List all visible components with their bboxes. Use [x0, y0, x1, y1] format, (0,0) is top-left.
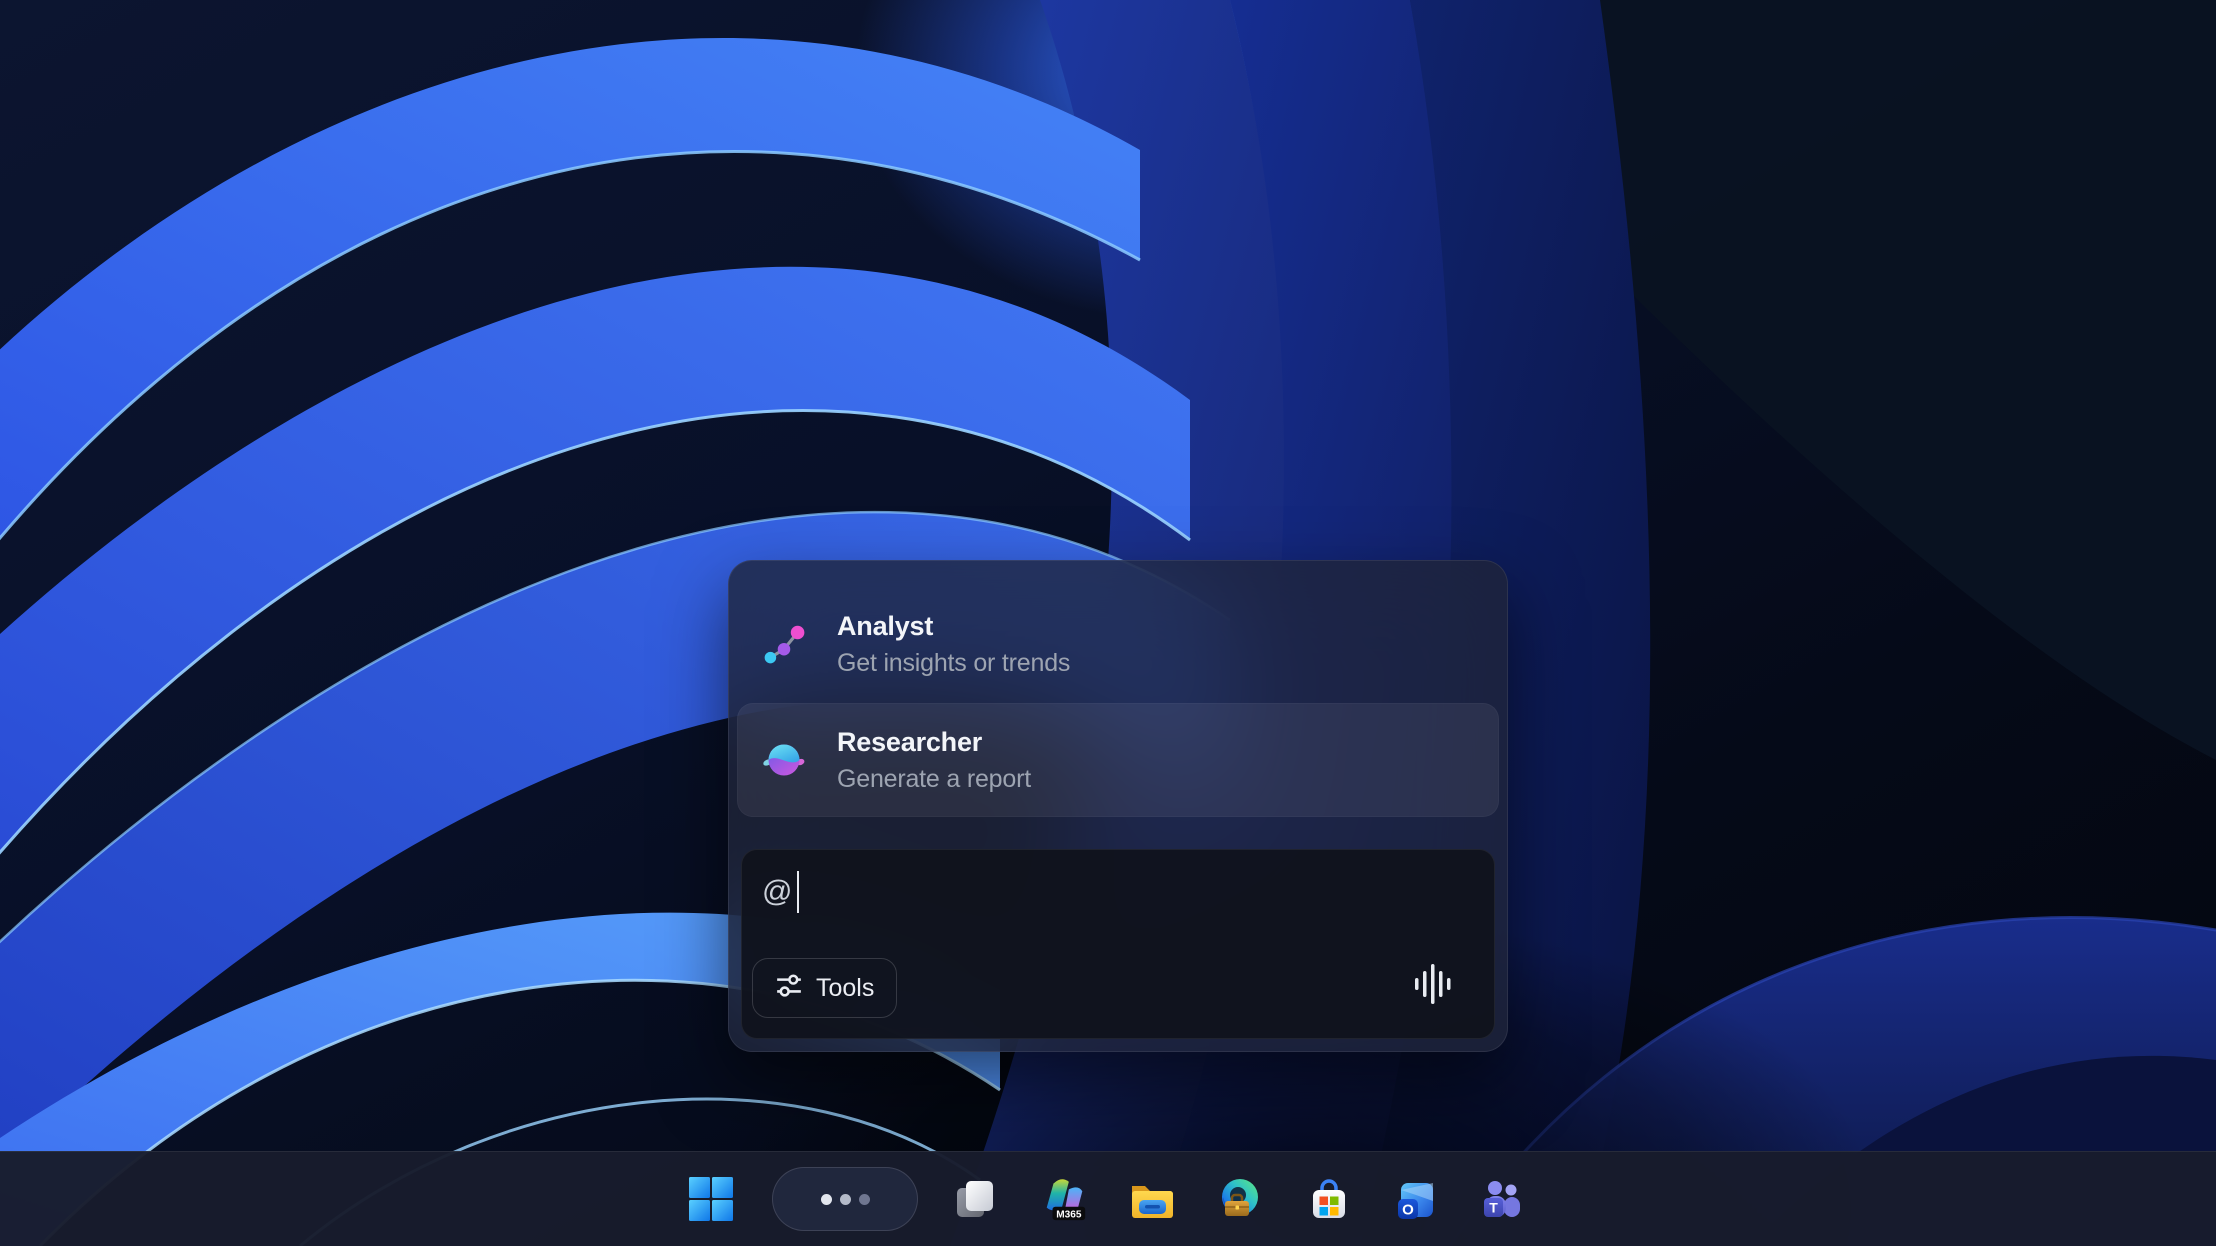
prompt-input-card: @ Tools: [741, 849, 1495, 1039]
start-button[interactable]: [687, 1175, 735, 1223]
taskbar: M365: [0, 1151, 2216, 1246]
svg-text:O: O: [1402, 1202, 1414, 1219]
input-text: @: [762, 870, 792, 914]
text-cursor: [797, 871, 799, 913]
tools-button[interactable]: Tools: [752, 958, 897, 1018]
edge-work-button[interactable]: [1216, 1175, 1264, 1223]
file-explorer-button[interactable]: [1127, 1175, 1175, 1223]
desktop: Analyst Get insights or trends: [0, 0, 2216, 1246]
teams-icon: T: [1478, 1175, 1526, 1223]
task-view-button[interactable]: [951, 1175, 999, 1223]
suggestion-item-analyst[interactable]: Analyst Get insights or trends: [737, 587, 1499, 701]
outlook-button[interactable]: O: [1392, 1175, 1440, 1223]
m365-copilot-button[interactable]: M365: [1041, 1175, 1089, 1223]
tools-label: Tools: [816, 974, 874, 1003]
copilot-pill-button[interactable]: [772, 1167, 918, 1231]
svg-text:M365: M365: [1056, 1209, 1082, 1220]
researcher-planet-icon: [761, 737, 807, 783]
suggestion-title: Analyst: [837, 608, 1070, 645]
ellipsis-dot-icon: [859, 1194, 870, 1205]
store-bag-icon: [1305, 1175, 1353, 1223]
m365-copilot-icon: M365: [1040, 1174, 1090, 1224]
prompt-input[interactable]: @: [762, 864, 1474, 920]
ellipsis-dot-icon: [840, 1194, 851, 1205]
suggestion-subtitle: Get insights or trends: [837, 645, 1070, 681]
voice-waveform-icon[interactable]: [1412, 962, 1454, 1006]
task-view-icon: [951, 1175, 999, 1223]
suggestion-item-researcher[interactable]: Researcher Generate a report: [737, 703, 1499, 817]
teams-button[interactable]: T: [1478, 1175, 1526, 1223]
ellipsis-dot-icon: [821, 1194, 832, 1205]
svg-text:T: T: [1489, 1200, 1498, 1216]
windows-start-icon: [688, 1176, 734, 1222]
edge-briefcase-icon: [1216, 1175, 1264, 1223]
outlook-icon: O: [1392, 1175, 1440, 1223]
microsoft-store-button[interactable]: [1305, 1175, 1353, 1223]
suggestion-subtitle: Generate a report: [837, 761, 1031, 797]
suggestion-title: Researcher: [837, 724, 1031, 761]
sliders-icon: [775, 971, 803, 1006]
analyst-trend-icon: [761, 621, 807, 667]
folder-icon: [1127, 1175, 1175, 1223]
copilot-prompt-popup: Analyst Get insights or trends: [728, 560, 1508, 1052]
